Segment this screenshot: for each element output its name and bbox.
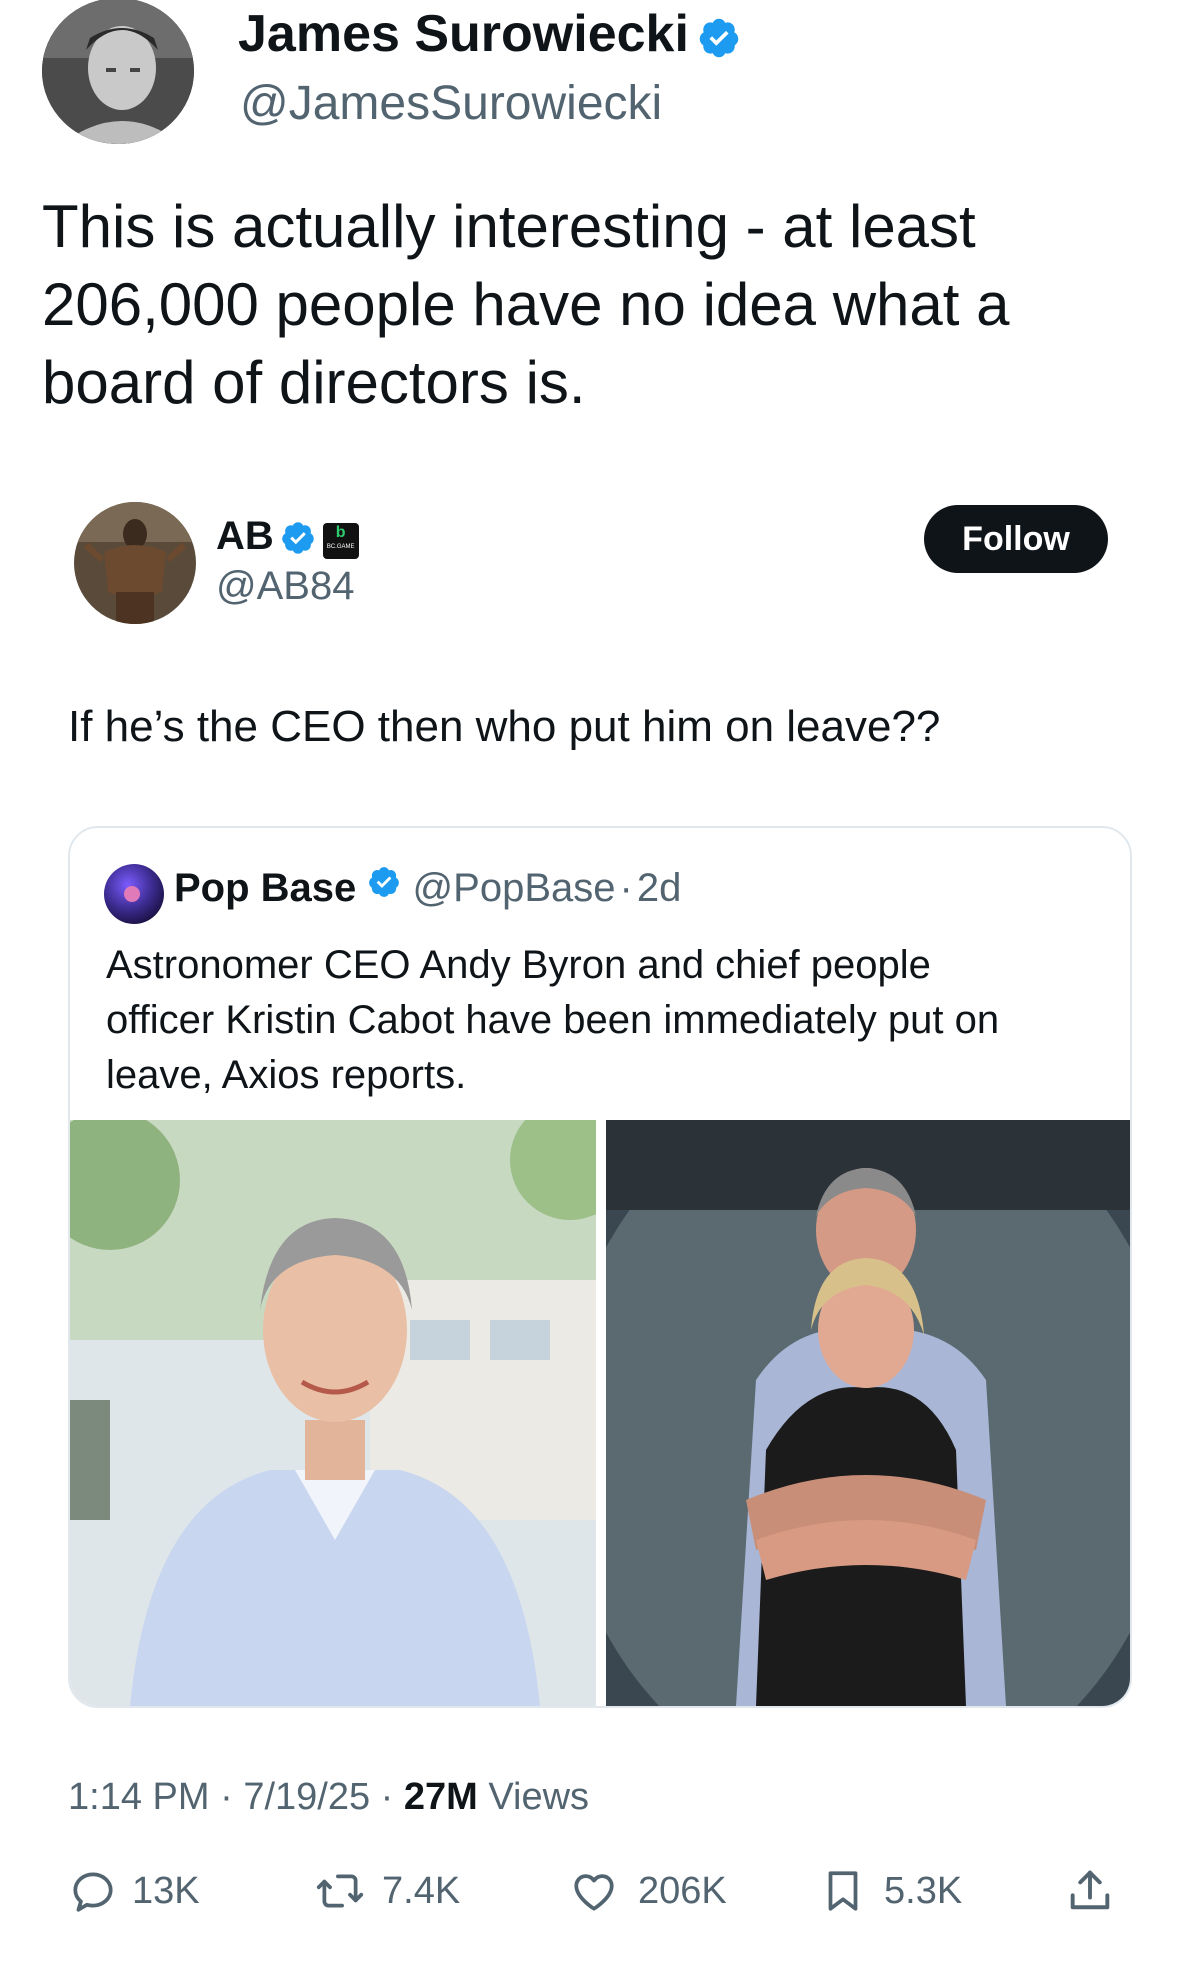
popbase-separator: · xyxy=(619,866,633,910)
popbase-age[interactable]: 2d xyxy=(637,866,682,910)
bookmark-icon[interactable] xyxy=(818,1864,868,1918)
embedded-post-text: Astronomer CEO Andy Byron and chief peop… xyxy=(106,938,999,1103)
popbase-display-name[interactable]: Pop Base xyxy=(174,866,356,910)
action-like[interactable]: 206K xyxy=(566,1866,727,1916)
embedded-post-line: leave, Axios reports. xyxy=(106,1053,467,1097)
outer-post-line: board of directors is. xyxy=(42,349,586,416)
post-time[interactable]: 1:14 PM xyxy=(68,1776,210,1818)
share-icon[interactable] xyxy=(1064,1864,1116,1918)
ab-handle[interactable]: @AB84 xyxy=(216,564,354,609)
verified-badge-icon xyxy=(367,864,401,909)
reply-count: 13K xyxy=(132,1869,200,1912)
quoted-post-text: If he’s the CEO then who put him on leav… xyxy=(68,702,941,751)
meta-separator: · xyxy=(370,1776,404,1818)
post-date[interactable]: 7/19/25 xyxy=(243,1776,370,1818)
ab-avatar[interactable] xyxy=(74,502,196,624)
action-bookmark[interactable]: 5.3K xyxy=(818,1866,962,1916)
affiliate-badge-icon[interactable]: b BC.GAME xyxy=(322,522,359,559)
embedded-post-card[interactable]: Pop Base @PopBase · 2d Astronomer CEO Andy… xyxy=(68,826,1132,1708)
headshot-photo[interactable] xyxy=(70,1120,596,1706)
affiliate-badge-label: BC.GAME xyxy=(326,543,355,550)
outer-post-line: This is actually interesting - at least xyxy=(42,193,976,260)
bookmark-count: 5.3K xyxy=(884,1869,963,1912)
james-avatar[interactable] xyxy=(42,0,194,144)
james-handle[interactable]: @JamesSurowiecki xyxy=(240,76,662,131)
views-count[interactable]: 27M xyxy=(404,1776,478,1818)
popbase-handle[interactable]: @PopBase xyxy=(413,866,616,910)
concert-kiss-cam-photo[interactable] xyxy=(606,1120,1130,1706)
meta-separator: · xyxy=(209,1776,244,1818)
outer-post-line: 206,000 people have no idea what a xyxy=(42,271,1010,338)
ab-display-name[interactable]: AB xyxy=(216,514,274,558)
views-label: Views xyxy=(477,1776,590,1818)
follow-button[interactable]: Follow xyxy=(924,505,1108,573)
embedded-post-line: officer Kristin Cabot have been immediat… xyxy=(106,998,1000,1042)
popbase-avatar[interactable] xyxy=(104,864,164,924)
embedded-post-line: Astronomer CEO Andy Byron and chief peop… xyxy=(106,943,931,987)
repost-icon[interactable] xyxy=(312,1866,368,1916)
verified-badge-icon xyxy=(697,16,741,65)
verified-badge-icon xyxy=(280,520,316,561)
like-count: 206K xyxy=(638,1869,727,1912)
outer-post-text: This is actually interesting - at least … xyxy=(42,188,1009,422)
action-reply[interactable]: 13K xyxy=(66,1866,200,1916)
action-repost[interactable]: 7.4K xyxy=(312,1866,460,1916)
post-meta: 1:14 PM · 7/19/25 · 27M Views xyxy=(68,1776,589,1819)
james-display-name[interactable]: James Surowiecki xyxy=(238,5,689,63)
heart-icon[interactable] xyxy=(566,1866,622,1916)
repost-count: 7.4K xyxy=(382,1869,461,1912)
reply-icon[interactable] xyxy=(66,1866,120,1916)
